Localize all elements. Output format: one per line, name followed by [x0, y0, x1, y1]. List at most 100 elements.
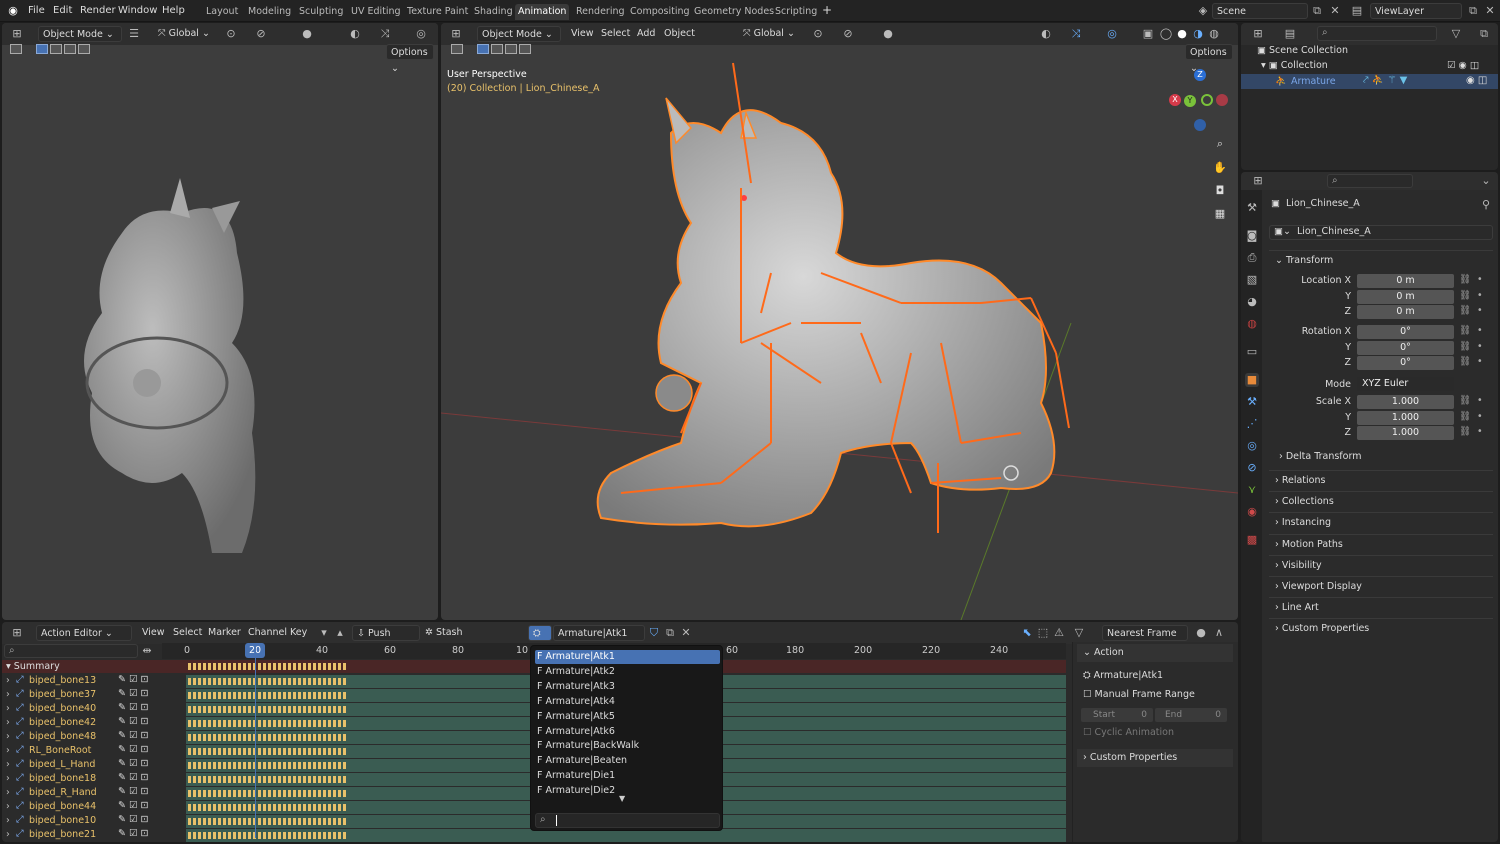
channel-toggle-icons[interactable]: ✎ ☑ ⊡ — [118, 674, 148, 685]
left-viewport[interactable]: ⊞ Object Mode ⌄ ☰ ⤧ Global ⌄ ⊙ ⊘ ● ◐ ⤨ ◎… — [2, 23, 438, 620]
fake-user-icon[interactable]: ⛉ — [647, 626, 661, 640]
properties-type-icon[interactable]: ⊞ — [1251, 174, 1265, 188]
particles-tab-icon[interactable]: ⋰ — [1245, 417, 1259, 431]
rotation-field[interactable]: 0° — [1357, 325, 1454, 339]
section-motion-paths[interactable]: › Motion Paths — [1269, 533, 1493, 553]
channel-keyframes[interactable] — [188, 804, 346, 811]
layer-down-icon[interactable]: ▾ — [317, 626, 331, 640]
editor-mode-select[interactable]: Action Editor ⌄ — [36, 625, 132, 641]
tab-sculpting[interactable]: Sculpting — [296, 4, 346, 20]
expand-arrow-icon[interactable]: › — [6, 703, 10, 714]
zoom-icon[interactable]: ⌕ — [1213, 137, 1227, 151]
channel-toggle-icons[interactable]: ✎ ☑ ⊡ — [118, 772, 148, 783]
action-item[interactable]: F Armature|Die2 — [535, 784, 720, 798]
delete-scene-icon[interactable]: ✕ — [1328, 4, 1342, 18]
rotation-field[interactable]: 0° — [1357, 340, 1454, 355]
lock-icon[interactable]: ⛓ — [1459, 411, 1471, 422]
expand-arrow-icon[interactable]: › — [6, 717, 10, 728]
lock-icon[interactable]: ⛓ — [1459, 395, 1471, 406]
expand-arrow-icon[interactable]: › — [6, 787, 10, 798]
channel-row[interactable]: › ⤢ biped_bone40 ✎ ☑ ⊡ — [2, 702, 182, 716]
select-box-icon[interactable] — [10, 44, 22, 54]
action-item[interactable]: F Armature|Atk5 — [535, 710, 720, 724]
tab-compositing[interactable]: Compositing — [627, 4, 693, 20]
channel-row[interactable]: › ⤢ biped_bone21 ✎ ☑ ⊡ — [2, 828, 182, 842]
gizmo-x-icon[interactable]: X — [1169, 94, 1181, 106]
expand-arrow-icon[interactable]: › — [6, 801, 10, 812]
end-frame-field[interactable]: End 0 — [1155, 708, 1227, 722]
keyframe-dot-icon[interactable]: • — [1477, 426, 1483, 437]
only-errors-icon[interactable]: ⚠ — [1052, 626, 1066, 640]
viewlayer-selector[interactable]: ViewLayer — [1370, 3, 1462, 19]
delta-transform-toggle[interactable]: › Delta Transform — [1279, 451, 1361, 462]
armature-data-icons[interactable]: ⤤ ⛹ ⚚ ▼ — [1363, 75, 1407, 86]
section-custom-properties[interactable]: › Custom Properties — [1269, 618, 1493, 637]
section-instancing[interactable]: › Instancing — [1269, 512, 1493, 531]
main-viewport[interactable]: ⊞ Object Mode ⌄ View Select Add Object ⤧… — [441, 23, 1238, 620]
keyframe-dot-icon[interactable]: • — [1477, 395, 1483, 406]
snap-icon[interactable]: ⊘ — [254, 27, 268, 41]
layer-up-icon[interactable]: ▴ — [333, 626, 347, 640]
outliner-armature-row[interactable]: ⛹ Armature ⤤ ⛹ ⚚ ▼ ◉ ◫ — [1241, 74, 1498, 89]
channel-row[interactable]: › ⤢ biped_bone37 ✎ ☑ ⊡ — [2, 688, 182, 702]
section-collections[interactable]: › Collections — [1269, 491, 1493, 510]
outliner-type-icon[interactable]: ⊞ — [1251, 27, 1265, 41]
channel-row[interactable]: › ⤢ biped_L_Hand ✎ ☑ ⊡ — [2, 758, 182, 772]
render-tab-icon[interactable]: ◙ — [1245, 229, 1259, 243]
scene-selector[interactable]: Scene — [1212, 3, 1308, 19]
keyframe-dot-icon[interactable]: • — [1477, 411, 1483, 422]
scene-icon[interactable]: ◈ — [1196, 4, 1210, 18]
armature-visibility-icons[interactable]: ◉ ◫ — [1466, 75, 1487, 86]
add-workspace-icon[interactable]: + — [822, 3, 832, 17]
browse-action-button[interactable]: ⛭ — [528, 625, 552, 641]
texture-tab-icon[interactable]: ▩ — [1245, 533, 1259, 547]
lock-icon[interactable]: ⛓ — [1459, 305, 1471, 316]
keyframe-dot-icon[interactable]: • — [1477, 305, 1483, 316]
tab-shading[interactable]: Shading — [471, 4, 516, 20]
filter-icon[interactable]: ▽ — [1072, 626, 1086, 640]
channel-toggle-icons[interactable]: ✎ ☑ ⊡ — [118, 814, 148, 825]
keyframe-dot-icon[interactable]: • — [1477, 356, 1483, 367]
hamburger-menu-icon[interactable]: ☰ — [127, 27, 141, 41]
channel-row[interactable]: › ⤢ biped_bone48 ✎ ☑ ⊡ — [2, 730, 182, 744]
visibility-icon[interactable]: ◐ — [348, 27, 362, 41]
scale-field[interactable]: 1.000 — [1357, 395, 1454, 409]
section-viewport-display[interactable]: › Viewport Display — [1269, 576, 1493, 595]
tab-scripting[interactable]: Scripting — [772, 4, 820, 20]
gizmo-neg-z-icon[interactable] — [1194, 119, 1206, 131]
expand-arrow-icon[interactable]: › — [6, 829, 10, 840]
constraints-tab-icon[interactable]: ⊘ — [1245, 461, 1259, 475]
channel-toggle-icons[interactable]: ✎ ☑ ⊡ — [118, 800, 148, 811]
rotation-field[interactable]: 0° — [1357, 356, 1454, 370]
action-item[interactable]: F Armature|Atk3 — [535, 680, 720, 694]
menu-file[interactable]: File — [28, 5, 45, 16]
gizmo-y-icon[interactable]: Y — [1184, 95, 1196, 107]
select-extend-icon[interactable] — [50, 44, 62, 54]
manual-frame-range-checkbox[interactable]: ☐ Manual Frame Range — [1083, 689, 1195, 700]
channel-toggle-icons[interactable]: ✎ ☑ ⊡ — [118, 744, 148, 755]
ae-menu-view[interactable]: View — [142, 625, 165, 641]
keyframe-dot-icon[interactable]: • — [1477, 325, 1483, 336]
section-visibility[interactable]: › Visibility — [1269, 554, 1493, 574]
stash-button[interactable]: ✲ Stash — [425, 625, 463, 641]
keyframe-dot-icon[interactable]: • — [1477, 274, 1483, 285]
select-invert-icon[interactable] — [78, 44, 90, 54]
ae-menu-channel[interactable]: Channel — [248, 625, 287, 641]
overlay-icon[interactable]: ◎ — [414, 27, 428, 41]
tab-modeling[interactable]: Modeling — [245, 4, 294, 20]
scale-field[interactable]: 1.000 — [1357, 410, 1454, 425]
location-field[interactable]: 0 m — [1357, 305, 1454, 319]
channel-keyframes[interactable] — [188, 692, 346, 699]
menu-edit[interactable]: Edit — [53, 5, 72, 16]
scroll-down-arrow-icon[interactable]: ▼ — [619, 794, 625, 803]
channel-toggle-icons[interactable]: ✎ ☑ ⊡ — [118, 828, 148, 839]
ae-menu-key[interactable]: Key — [290, 625, 307, 641]
filter-icon[interactable]: ▽ — [1449, 27, 1463, 41]
channel-keyframes[interactable] — [188, 790, 346, 797]
transform-panel-header[interactable]: ⌄ Transform — [1269, 250, 1493, 268]
channel-row[interactable]: › ⤢ biped_R_Hand ✎ ☑ ⊡ — [2, 786, 182, 800]
select-new-icon[interactable] — [36, 44, 48, 54]
lock-icon[interactable]: ⛓ — [1459, 341, 1471, 352]
left-select-modes[interactable] — [10, 44, 92, 55]
action-item[interactable]: F Armature|Beaten — [535, 754, 720, 768]
